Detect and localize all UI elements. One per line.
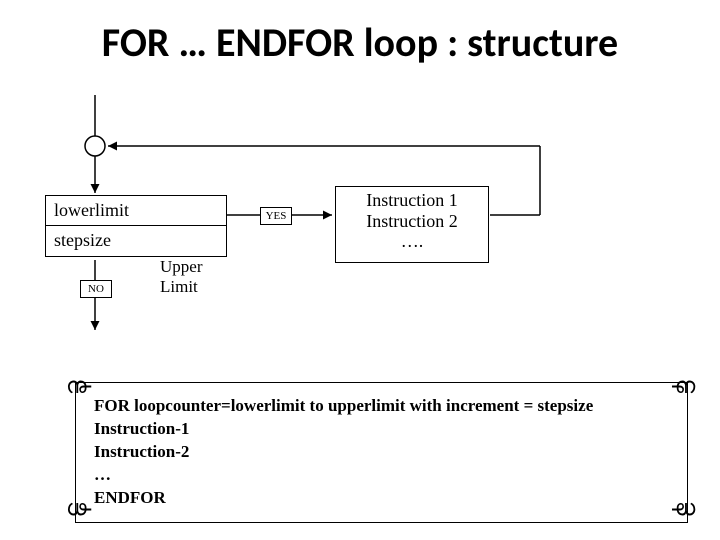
- instruction-1: Instruction 1: [336, 190, 488, 211]
- lowerlimit-label: lowerlimit: [54, 200, 129, 221]
- instruction-2: Instruction 2: [336, 211, 488, 232]
- code-line-1: FOR loopcounter=lowerlimit to upperlimit…: [94, 395, 669, 418]
- code-line-3: Instruction-2: [94, 441, 669, 464]
- code-line-5: ENDFOR: [94, 487, 669, 510]
- scroll-curl-icon: ൹: [672, 373, 697, 399]
- yes-label: YES: [260, 207, 292, 225]
- instruction-ellipsis: ….: [336, 231, 488, 252]
- instructions-box: Instruction 1 Instruction 2 ….: [335, 186, 489, 263]
- scroll-curl-icon: ൹: [672, 497, 697, 523]
- loop-parameter-box: lowerlimit stepsize: [45, 195, 227, 257]
- code-panel: FOR loopcounter=lowerlimit to upperlimit…: [75, 382, 688, 523]
- stepsize-label: stepsize: [54, 230, 111, 251]
- scroll-curl-icon: ൹: [66, 497, 91, 523]
- code-line-4: …: [94, 464, 669, 487]
- code-line-2: Instruction-1: [94, 418, 669, 441]
- no-label: NO: [80, 280, 112, 298]
- scroll-curl-icon: ൹: [66, 373, 91, 399]
- upper-limit-label: Upper Limit: [160, 257, 202, 296]
